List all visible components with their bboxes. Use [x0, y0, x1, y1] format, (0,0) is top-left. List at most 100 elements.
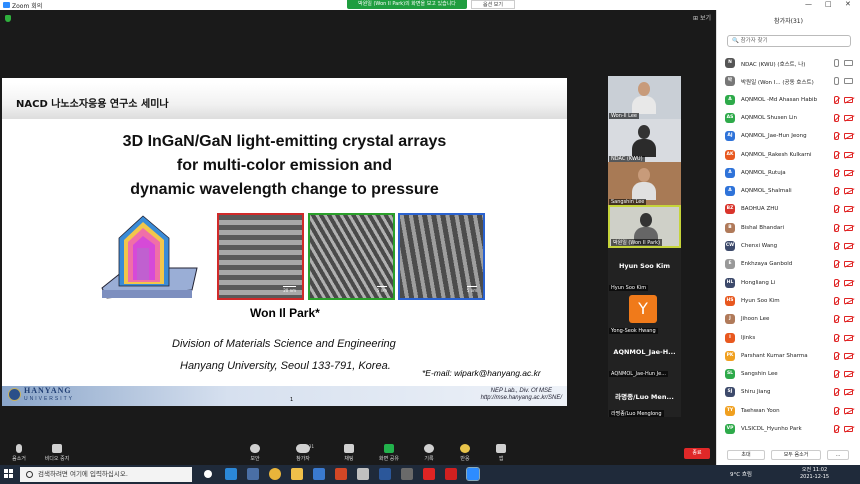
end-meeting-button[interactable]: 종료: [684, 448, 710, 459]
participant-row[interactable]: SL Sangshin Lee: [725, 365, 859, 383]
participant-row[interactable]: AJ AQNMOL_Jae-Hun Jeong: [725, 127, 859, 145]
participant-row[interactable]: CW Chenxi Wang: [725, 237, 859, 255]
microphone-muted-icon[interactable]: [834, 223, 839, 232]
microphone-muted-icon[interactable]: [834, 205, 839, 214]
video-off-icon[interactable]: [844, 224, 853, 231]
video-off-icon[interactable]: [844, 261, 853, 268]
video-tile[interactable]: Hyun Soo Kim Hyun Soo Kim: [608, 248, 681, 291]
apps-button[interactable]: 앱: [484, 444, 518, 462]
record-button[interactable]: 기록: [412, 444, 446, 462]
microphone-muted-icon[interactable]: [834, 132, 839, 141]
app-icon[interactable]: [423, 468, 435, 480]
video-off-icon[interactable]: [844, 114, 853, 121]
video-tile[interactable]: Won-Il Lee: [608, 76, 681, 119]
weather-status[interactable]: 9°C 흐림: [730, 470, 752, 478]
microphone-muted-icon[interactable]: [834, 278, 839, 287]
powerpoint-icon[interactable]: [335, 468, 347, 480]
microphone-muted-icon[interactable]: [834, 168, 839, 177]
video-off-icon[interactable]: [844, 206, 853, 213]
maximize-button[interactable]: □: [825, 0, 832, 8]
video-off-icon[interactable]: [844, 334, 853, 341]
video-off-icon[interactable]: [844, 243, 853, 249]
microphone-muted-icon[interactable]: [834, 333, 839, 342]
participant-row[interactable]: A AQNMOL_Rutuja: [725, 164, 859, 182]
zoom-app-icon[interactable]: [466, 467, 480, 481]
app-icon[interactable]: [313, 468, 325, 480]
participant-row[interactable]: A AQNMOL -Md Ahasan Habib: [725, 91, 859, 109]
video-off-icon[interactable]: [844, 297, 853, 304]
invite-button[interactable]: 초대: [727, 450, 765, 460]
participant-row[interactable]: BZ BAOHUA ZHU: [725, 200, 859, 218]
video-tile[interactable]: Y Yong-Seok Hwang: [608, 291, 681, 334]
video-off-icon[interactable]: [844, 151, 853, 158]
stop-video-button[interactable]: 비디오 중지: [40, 444, 74, 462]
microphone-muted-icon[interactable]: [834, 425, 839, 433]
microphone-muted-icon[interactable]: [834, 315, 839, 324]
microphone-muted-icon[interactable]: [834, 406, 839, 415]
more-button[interactable]: ...: [827, 450, 849, 460]
microphone-muted-icon[interactable]: [834, 370, 839, 379]
windows-start-icon[interactable]: [4, 469, 14, 479]
reactions-button[interactable]: 반응: [448, 444, 482, 462]
participant-row[interactable]: SJ Shiru Jiang: [725, 383, 859, 401]
microphone-muted-icon[interactable]: [834, 388, 839, 397]
video-off-icon[interactable]: [844, 316, 853, 323]
word-icon[interactable]: [379, 468, 391, 480]
edge-icon[interactable]: [225, 468, 237, 480]
participant-search-input[interactable]: 🔍 참가자 찾기: [727, 35, 851, 47]
participant-row[interactable]: HS Hyun Soo Kim: [725, 292, 859, 310]
participants-button[interactable]: 참가자 31: [286, 444, 320, 462]
participant-row[interactable]: B Bishal Bhandari: [725, 219, 859, 237]
participant-row[interactable]: HL Hongliang Li: [725, 274, 859, 292]
clock[interactable]: 오전 11:02 2021-12-15: [800, 467, 829, 481]
participant-row[interactable]: PK Parshant Kumar Sharma: [725, 347, 859, 365]
video-camera-icon[interactable]: [844, 78, 853, 85]
video-off-icon[interactable]: [844, 352, 853, 359]
microphone-icon[interactable]: [834, 77, 839, 86]
video-tile-active[interactable]: 박원일 (Won Il Park): [608, 205, 681, 248]
microphone-muted-icon[interactable]: [834, 95, 839, 104]
participant-row[interactable]: VP VLSICDL_Hyunho Park: [725, 420, 859, 438]
microphone-muted-icon[interactable]: [834, 296, 839, 305]
minimize-button[interactable]: —: [805, 0, 812, 8]
share-screen-button[interactable]: 화면 공유: [372, 444, 406, 462]
participant-row[interactable]: 박 박원일 (Won I... (공동 호스트): [725, 72, 859, 90]
video-tile[interactable]: 라명종/Luo Men... 라명종/Luo Menglong: [608, 377, 681, 417]
video-off-icon[interactable]: [844, 279, 853, 286]
acrobat-icon[interactable]: [445, 468, 457, 480]
view-button[interactable]: ⊞ 보기: [693, 13, 711, 22]
video-off-icon[interactable]: [844, 169, 853, 176]
video-tile[interactable]: Sangshin Lee: [608, 162, 681, 205]
participant-row[interactable]: AS AQNMOL Shusen Lin: [725, 109, 859, 127]
chrome-icon[interactable]: [269, 468, 281, 480]
task-view-icon[interactable]: [247, 468, 259, 480]
taskbar-search-input[interactable]: 검색하려면 여기에 입력하십시오.: [20, 467, 192, 482]
participant-row[interactable]: E Enkhzaya Ganbold: [725, 255, 859, 273]
participant-row[interactable]: AK AQNMOL_Rakesh Kulkarni: [725, 146, 859, 164]
video-off-icon[interactable]: [844, 188, 853, 195]
video-camera-icon[interactable]: [844, 60, 853, 66]
microphone-icon[interactable]: [834, 59, 839, 67]
microphone-muted-icon[interactable]: [834, 113, 839, 122]
app-icon[interactable]: [401, 468, 413, 480]
chat-button[interactable]: 채팅: [332, 444, 366, 462]
participant-row[interactable]: J Jihoon Lee: [725, 310, 859, 328]
view-options-button[interactable]: 옵션 보기: [471, 0, 515, 9]
mute-button[interactable]: 음소거: [2, 444, 36, 462]
video-off-icon[interactable]: [844, 426, 853, 432]
video-off-icon[interactable]: [844, 389, 853, 396]
participant-row[interactable]: A AQNMOL_Shalmali: [725, 182, 859, 200]
video-off-icon[interactable]: [844, 407, 853, 414]
video-tile[interactable]: NDAC (KWU): [608, 119, 681, 162]
participant-row[interactable]: I Ijinks: [725, 329, 859, 347]
video-off-icon[interactable]: [844, 133, 853, 140]
video-off-icon[interactable]: [844, 371, 853, 378]
participant-row[interactable]: TY Taehwan Yoon: [725, 402, 859, 420]
file-explorer-icon[interactable]: [291, 468, 303, 480]
app-icon[interactable]: [357, 468, 369, 480]
mute-all-button[interactable]: 모두 음소거: [771, 450, 821, 460]
microphone-muted-icon[interactable]: [834, 187, 839, 196]
microphone-muted-icon[interactable]: [834, 351, 839, 360]
participant-row[interactable]: N NDAC (KWU) (호스트, 나): [725, 54, 859, 72]
video-tile[interactable]: AQNMOL_Jae-H... AQNMOL_Jae-Hun Je...: [608, 334, 681, 377]
